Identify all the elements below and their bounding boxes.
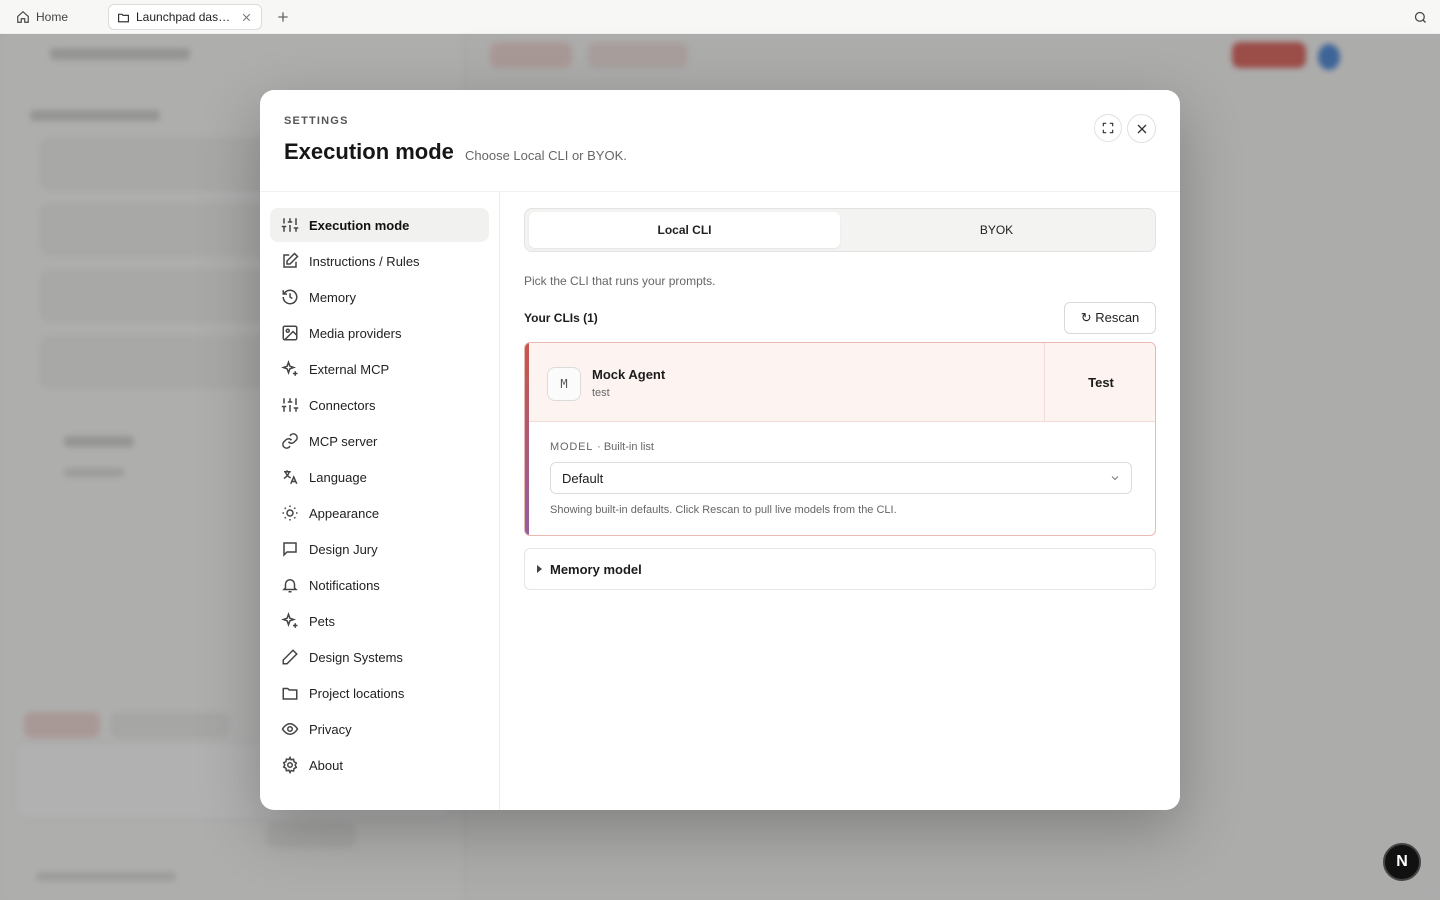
cli-subtitle: test bbox=[592, 387, 610, 399]
cli-card-header[interactable]: M Mock Agent test Test bbox=[529, 343, 1155, 422]
translate-icon bbox=[283, 470, 298, 485]
sparkle-icon bbox=[281, 360, 298, 376]
segment-byok[interactable]: BYOK bbox=[841, 212, 1152, 248]
settings-modal: SETTINGS Execution mode Choose Local CLI… bbox=[260, 90, 1180, 810]
sliders-icon bbox=[281, 218, 299, 232]
sun-icon bbox=[282, 505, 298, 521]
folder-icon bbox=[282, 687, 298, 700]
nav-item-language[interactable]: Language bbox=[270, 460, 489, 494]
nav-item-design-systems[interactable]: Design Systems bbox=[270, 640, 489, 674]
nav-item-label: Connectors bbox=[309, 397, 376, 413]
help-text: Pick the CLI that runs your prompts. bbox=[524, 274, 716, 288]
nav-item-label: Design Jury bbox=[309, 541, 378, 557]
nav-item-mcp-server[interactable]: MCP server bbox=[270, 424, 489, 458]
mode-segmented-control: Local CLI BYOK bbox=[524, 208, 1156, 252]
link-icon bbox=[282, 433, 298, 449]
expand-button[interactable] bbox=[1094, 114, 1122, 142]
nav-item-label: External MCP bbox=[309, 361, 390, 377]
nav-item-memory[interactable]: Memory bbox=[270, 280, 489, 314]
model-select-value: Default bbox=[562, 470, 604, 486]
segment-local-cli[interactable]: Local CLI bbox=[529, 212, 840, 248]
history-icon bbox=[282, 289, 298, 305]
nav-item-label: Pets bbox=[309, 613, 336, 629]
bell-icon bbox=[282, 579, 298, 593]
nav-item-label: Appearance bbox=[309, 505, 380, 521]
test-button[interactable]: Test bbox=[1044, 343, 1155, 422]
model-label: MODEL · Built-in list bbox=[550, 441, 654, 453]
sliders-icon bbox=[281, 398, 299, 412]
nav-item-external-mcp[interactable]: External MCP bbox=[270, 352, 489, 386]
disclosure-triangle-icon bbox=[537, 565, 542, 573]
document-tab-title: Launchpad dash… bbox=[136, 10, 234, 24]
memory-model-label: Memory model bbox=[550, 561, 642, 577]
nav-item-instructions[interactable]: Instructions / Rules bbox=[270, 244, 489, 278]
nav-item-appearance[interactable]: Appearance bbox=[270, 496, 489, 530]
nav-item-project-locations[interactable]: Project locations bbox=[270, 676, 489, 710]
expand-icon bbox=[1102, 122, 1114, 134]
folder-icon bbox=[118, 13, 129, 22]
document-tab[interactable]: Launchpad dash… bbox=[108, 4, 262, 30]
search-icon[interactable] bbox=[1413, 10, 1428, 25]
edit-icon bbox=[283, 252, 299, 268]
nav-item-label: MCP server bbox=[309, 433, 378, 449]
nav-item-label: Privacy bbox=[309, 721, 352, 737]
page-subtitle: Choose Local CLI or BYOK. bbox=[465, 148, 627, 163]
nav-item-label: Instructions / Rules bbox=[309, 253, 420, 269]
pencil-icon bbox=[282, 649, 298, 665]
nav-item-notifications[interactable]: Notifications bbox=[270, 568, 489, 602]
nav-item-media-providers[interactable]: Media providers bbox=[270, 316, 489, 350]
nav-item-privacy[interactable]: Privacy bbox=[270, 712, 489, 746]
modal-kicker: SETTINGS bbox=[284, 115, 349, 127]
nav-item-label: Memory bbox=[309, 289, 356, 305]
nav-item-about[interactable]: About bbox=[270, 748, 489, 782]
nav-item-label: About bbox=[309, 757, 343, 773]
chat-icon bbox=[283, 542, 297, 557]
nav-item-label: Language bbox=[309, 469, 367, 485]
nav-item-execution-mode[interactable]: Execution mode bbox=[270, 208, 489, 242]
close-icon bbox=[1137, 124, 1146, 133]
nav-item-label: Notifications bbox=[309, 577, 380, 593]
tab-bar: Home Launchpad dash… bbox=[0, 0, 1440, 34]
assistant-fab-button[interactable]: N bbox=[1383, 843, 1421, 881]
image-icon bbox=[282, 325, 298, 341]
nav-item-design-jury[interactable]: Design Jury bbox=[270, 532, 489, 566]
nav-item-label: Project locations bbox=[309, 685, 405, 701]
memory-model-disclosure[interactable]: Memory model bbox=[524, 548, 1156, 590]
page-title: Execution mode bbox=[284, 139, 454, 164]
home-tab-label: Home bbox=[36, 9, 69, 24]
plus-icon[interactable] bbox=[275, 9, 291, 25]
cli-card: M Mock Agent test Test MODEL · Built-in l… bbox=[524, 342, 1156, 536]
gear-icon bbox=[282, 756, 298, 774]
nav-item-label: Design Systems bbox=[309, 649, 403, 665]
sparkle-icon bbox=[281, 612, 298, 628]
eye-icon bbox=[281, 722, 299, 736]
close-icon[interactable] bbox=[240, 11, 253, 24]
model-label-text: MODEL bbox=[550, 441, 594, 453]
avatar: M bbox=[547, 367, 581, 401]
cli-name: Mock Agent bbox=[592, 367, 666, 382]
nav-item-label: Media providers bbox=[309, 325, 402, 341]
chevron-down-icon bbox=[1111, 476, 1119, 481]
rescan-button[interactable]: ↻ Rescan bbox=[1064, 302, 1156, 334]
close-button[interactable] bbox=[1127, 114, 1156, 143]
nav-item-pets[interactable]: Pets bbox=[270, 604, 489, 638]
nav-item-label: Execution mode bbox=[309, 217, 410, 233]
model-source: · Built-in list bbox=[597, 441, 654, 453]
settings-nav: Execution mode Instructions / Rules Memo… bbox=[260, 192, 500, 810]
home-tab[interactable]: Home bbox=[10, 4, 74, 30]
nav-item-connectors[interactable]: Connectors bbox=[270, 388, 489, 422]
model-note: Showing built-in defaults. Click Rescan … bbox=[550, 504, 897, 516]
clis-heading: Your CLIs (1) bbox=[524, 311, 598, 325]
model-select[interactable]: Default bbox=[550, 462, 1132, 494]
home-icon bbox=[17, 10, 29, 23]
